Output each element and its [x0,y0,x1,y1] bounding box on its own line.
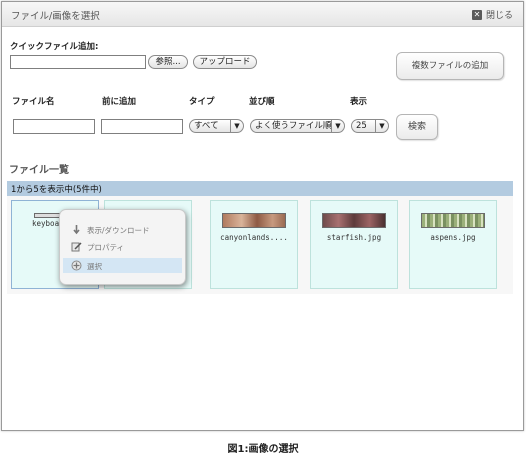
close-icon[interactable]: ✕ [471,9,482,20]
quick-file-input[interactable] [10,55,146,69]
menu-item-label: 表示/ダウンロード [87,226,150,235]
type-select[interactable]: すべて ▼ [189,119,244,133]
browse-button[interactable]: 参照... [148,55,188,69]
menu-item-label: プロパティ [87,243,125,252]
type-select-value: すべて [194,121,219,131]
close-label[interactable]: 閉じる [486,8,513,21]
properties-icon [71,242,82,252]
prefix-input[interactable] [101,119,183,134]
search-button[interactable]: 検索 [396,114,438,140]
file-range-text: 1から5を表示中(5件中) [11,185,102,195]
file-image-canyonlands [222,213,286,228]
quick-add-label: クイックファイル追加: [10,42,99,52]
file-list-title: ファイル一覧 [9,165,69,176]
sort-header: 並び順 [249,97,275,107]
file-name: starfish.jpg [326,233,382,242]
sort-select[interactable]: よく使うファイル順 ▼ [250,119,345,133]
prefix-header: 前に追加 [102,97,137,107]
file-image-starfish [322,213,386,228]
menu-item-label: 選択 [87,262,102,271]
chevron-down-icon[interactable]: ▼ [375,120,388,132]
filename-input[interactable] [13,119,95,134]
display-header: 表示 [350,97,368,107]
display-count-select[interactable]: 25 ▼ [351,119,389,133]
menu-item-view-download[interactable]: 表示/ダウンロード [63,222,182,237]
type-header: タイプ [189,97,215,107]
file-context-menu: 表示/ダウンロード プロパティ 選択 [59,209,186,285]
display-count-value: 25 [356,121,367,131]
menu-item-select[interactable]: 選択 [63,258,182,273]
file-thumb-starfish[interactable]: starfish.jpg [310,200,398,289]
dialog-titlebar: ファイル/画像を選択 ✕ 閉じる [2,2,523,27]
multi-file-add-button[interactable]: 複数ファイルの追加 [396,52,504,80]
file-name: canyonlands.... [220,233,288,242]
file-thumb-canyonlands[interactable]: canyonlands.... [210,200,298,289]
close-button[interactable]: ✕ 閉じる [471,8,513,21]
menu-item-properties[interactable]: プロパティ [63,239,182,254]
file-thumb-aspens[interactable]: aspens.jpg [409,200,497,289]
file-image-aspens [421,213,485,228]
chevron-down-icon[interactable]: ▼ [331,120,344,132]
figure-caption: 図1:画像の選択 [227,444,299,455]
upload-button[interactable]: アップロード [193,55,257,69]
sort-select-value: よく使うファイル順 [255,121,332,131]
chevron-down-icon[interactable]: ▼ [230,120,243,132]
file-list-header: 1から5を表示中(5件中) [7,181,513,196]
filename-header: ファイル名 [12,97,55,107]
download-icon [73,225,80,235]
select-icon [71,260,82,271]
file-name: aspens.jpg [430,233,476,242]
dialog-title: ファイル/画像を選択 [11,11,100,22]
